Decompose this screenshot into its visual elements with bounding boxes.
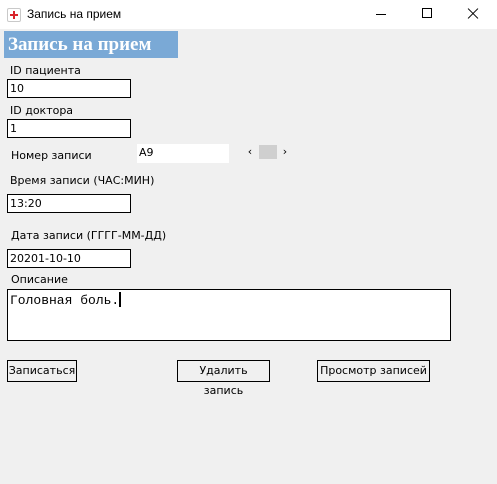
maximize-button[interactable] xyxy=(404,0,450,29)
delete-record-button[interactable]: Удалить запись xyxy=(177,360,270,397)
date-label: Дата записи (ГГГГ-ММ-ДД) xyxy=(11,229,167,242)
patient-id-label: ID пациента xyxy=(10,64,81,77)
close-button[interactable] xyxy=(451,0,497,29)
patient-id-input[interactable]: 10 xyxy=(7,79,131,98)
next-record-button[interactable]: › xyxy=(279,145,291,159)
record-number-input[interactable]: А9 xyxy=(137,144,229,163)
text-caret xyxy=(119,292,122,307)
form-header: Запись на прием xyxy=(4,31,178,58)
record-number-label: Номер записи xyxy=(11,149,92,162)
description-label: Описание xyxy=(11,273,68,286)
register-button[interactable]: Записаться xyxy=(7,360,77,382)
window-title: Запись на прием xyxy=(27,7,122,21)
time-label: Время записи (ЧАС:МИН) xyxy=(10,174,155,187)
doctor-id-label: ID доктора xyxy=(10,104,74,117)
record-scrollbar-thumb[interactable] xyxy=(259,145,277,159)
title-bar: Запись на прием xyxy=(0,0,497,29)
minimize-button[interactable] xyxy=(358,0,404,29)
date-input[interactable]: 20201-10-10 xyxy=(7,249,131,268)
description-text: Головная боль. xyxy=(10,293,120,308)
previous-record-button[interactable]: ‹ xyxy=(244,145,256,159)
time-input[interactable]: 13:20 xyxy=(7,194,131,213)
red-cross-icon xyxy=(7,8,21,22)
view-records-button[interactable]: Просмотр записей xyxy=(317,360,430,382)
description-textarea[interactable]: Головная боль. xyxy=(7,289,451,341)
doctor-id-input[interactable]: 1 xyxy=(7,119,131,138)
